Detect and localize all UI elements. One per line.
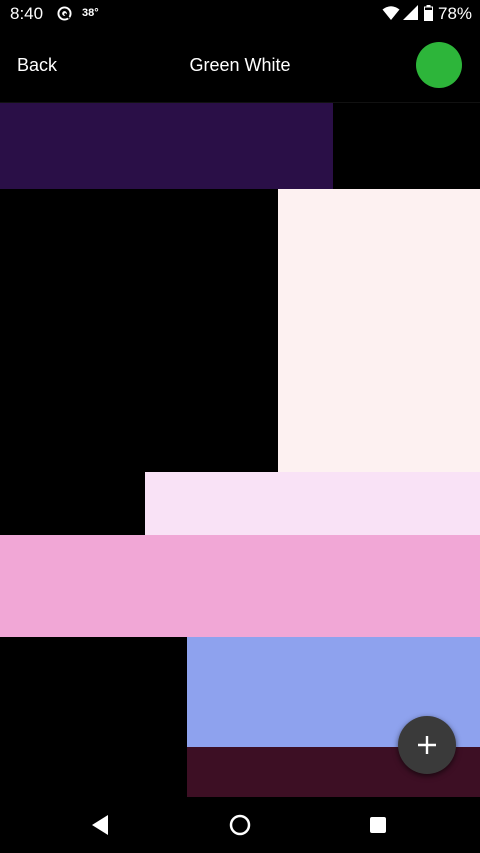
page-title: Green White	[189, 55, 291, 75]
color-swatch[interactable]	[0, 535, 480, 637]
battery-icon	[424, 5, 433, 21]
color-swatch[interactable]	[0, 103, 333, 189]
status-time: 8:40	[10, 4, 44, 23]
color-indicator[interactable]	[416, 42, 462, 88]
add-color-button[interactable]	[398, 716, 456, 774]
status-bar: 8:40 38° 78%	[0, 0, 480, 28]
system-nav-bar	[0, 797, 480, 853]
color-swatch[interactable]	[145, 472, 480, 535]
recents-square-icon[interactable]	[369, 816, 387, 834]
home-circle-icon[interactable]	[229, 814, 251, 836]
app-bar: Back Green White	[0, 28, 480, 103]
signal-icon	[403, 5, 418, 20]
color-swatch[interactable]	[278, 189, 480, 472]
status-temperature: 38°	[82, 7, 99, 19]
wifi-icon	[382, 6, 400, 20]
sync-icon	[57, 6, 72, 21]
plus-icon	[418, 736, 436, 754]
back-triangle-icon[interactable]	[90, 814, 110, 836]
battery-percentage: 78%	[438, 4, 473, 23]
